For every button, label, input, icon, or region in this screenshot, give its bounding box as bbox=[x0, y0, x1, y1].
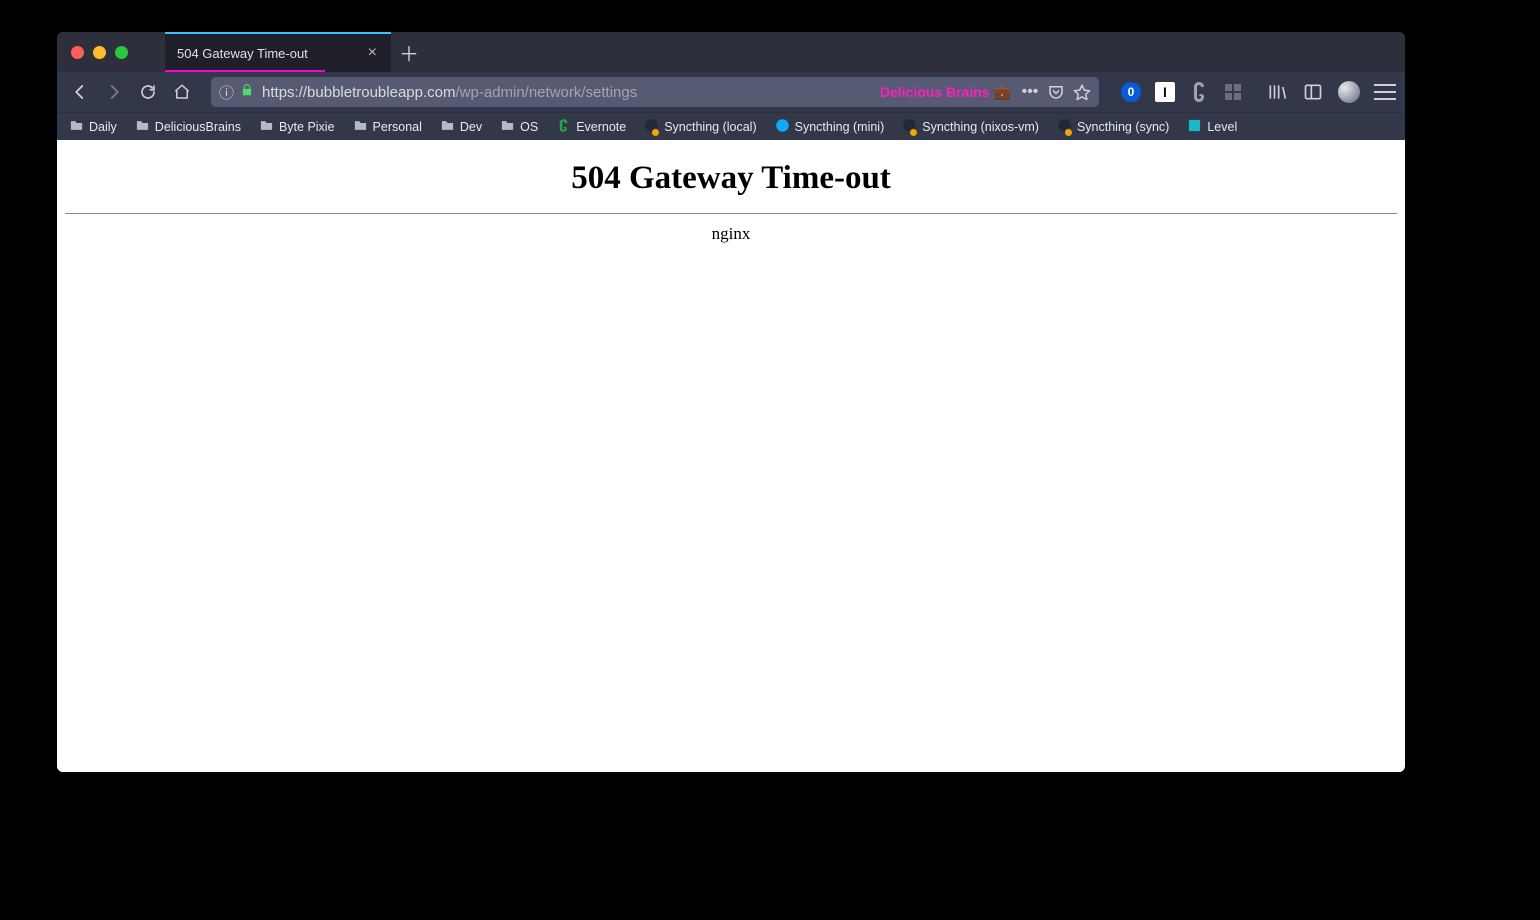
browser-tab[interactable]: 504 Gateway Time-out × bbox=[165, 32, 391, 72]
bookmark-item[interactable]: OS bbox=[496, 116, 542, 138]
bookmark-label: Syncthing (nixos-vm) bbox=[922, 120, 1039, 134]
bookmark-item[interactable]: DeliciousBrains bbox=[131, 116, 245, 138]
sidebar-icon[interactable] bbox=[1301, 80, 1325, 104]
error-server: nginx bbox=[57, 224, 1405, 244]
bookmark-label: Syncthing (mini) bbox=[795, 120, 885, 134]
address-bar[interactable]: ⓘ https://bubbletroubleapp.com/wp-admin/… bbox=[211, 77, 1099, 107]
tab-title: 504 Gateway Time-out bbox=[177, 46, 364, 61]
url-bookmark-badge[interactable]: Delicious Brains 💼 bbox=[872, 84, 1011, 101]
syncthing-icon bbox=[902, 118, 917, 136]
folder-icon bbox=[440, 118, 455, 136]
window-controls bbox=[57, 32, 165, 72]
tab-strip: 504 Gateway Time-out × ＋ bbox=[57, 32, 1405, 72]
folder-icon bbox=[353, 118, 368, 136]
page-content: 504 Gateway Time-out nginx bbox=[57, 140, 1405, 772]
syncthing-icon bbox=[1057, 118, 1072, 136]
syncthing-icon bbox=[775, 118, 790, 136]
bookmark-label: Byte Pixie bbox=[279, 120, 335, 134]
forward-button[interactable] bbox=[99, 77, 129, 107]
extension-grid-icon[interactable] bbox=[1221, 80, 1245, 104]
bookmark-item[interactable]: Daily bbox=[65, 116, 121, 138]
bookmark-item[interactable]: Byte Pixie bbox=[255, 116, 339, 138]
folder-icon bbox=[259, 118, 274, 136]
bookmark-item[interactable]: Syncthing (local) bbox=[640, 116, 760, 138]
pocket-icon[interactable] bbox=[1047, 83, 1065, 101]
home-button[interactable] bbox=[167, 77, 197, 107]
bookmark-item[interactable]: Level bbox=[1183, 116, 1241, 138]
extension-evernote-icon[interactable] bbox=[1187, 80, 1211, 104]
app-menu-button[interactable] bbox=[1373, 80, 1397, 104]
url-host: https://bubbletroubleapp.com bbox=[262, 84, 455, 101]
folder-icon bbox=[135, 118, 150, 136]
window-maximize-button[interactable] bbox=[115, 46, 128, 59]
bookmark-label: Syncthing (sync) bbox=[1077, 120, 1169, 134]
bookmark-label: Daily bbox=[89, 120, 117, 134]
bookmark-item[interactable]: Dev bbox=[436, 116, 486, 138]
profile-avatar[interactable] bbox=[1337, 80, 1361, 104]
library-icon[interactable] bbox=[1265, 80, 1289, 104]
tab-close-button[interactable]: × bbox=[364, 43, 381, 63]
new-tab-button[interactable]: ＋ bbox=[391, 32, 427, 72]
url-path: /wp-admin/network/settings bbox=[455, 84, 637, 101]
folder-icon bbox=[69, 118, 84, 136]
divider bbox=[65, 213, 1397, 214]
bookmark-label: OS bbox=[520, 120, 538, 134]
bookmark-item[interactable]: Personal bbox=[349, 116, 426, 138]
extensions-area: 0 I bbox=[1119, 80, 1245, 104]
bookmark-item[interactable]: Evernote bbox=[552, 116, 630, 138]
bookmark-star-icon[interactable] bbox=[1073, 83, 1091, 101]
bookmark-label: Dev bbox=[460, 120, 482, 134]
site-info-icon[interactable]: ⓘ bbox=[219, 82, 234, 103]
toolbar-right bbox=[1249, 80, 1397, 104]
error-title: 504 Gateway Time-out bbox=[57, 160, 1405, 197]
page-actions-menu-icon[interactable]: ••• bbox=[1021, 83, 1039, 101]
back-button[interactable] bbox=[65, 77, 95, 107]
navigation-toolbar: ⓘ https://bubbletroubleapp.com/wp-admin/… bbox=[57, 72, 1405, 112]
lock-icon bbox=[240, 83, 254, 102]
page-actions: ••• bbox=[1021, 83, 1091, 101]
level-icon bbox=[1187, 118, 1202, 136]
syncthing-icon bbox=[644, 118, 659, 136]
evernote-icon bbox=[556, 118, 571, 136]
url-badge-label: Delicious Brains bbox=[880, 84, 990, 100]
folder-icon bbox=[500, 118, 515, 136]
bookmark-label: DeliciousBrains bbox=[155, 120, 241, 134]
bookmark-label: Syncthing (local) bbox=[664, 120, 756, 134]
extension-1password-icon[interactable]: 0 bbox=[1119, 80, 1143, 104]
browser-window: 504 Gateway Time-out × ＋ ⓘ https://bubbl… bbox=[57, 32, 1405, 772]
window-close-button[interactable] bbox=[71, 46, 84, 59]
window-minimize-button[interactable] bbox=[93, 46, 106, 59]
url-text: https://bubbletroubleapp.com/wp-admin/ne… bbox=[262, 84, 872, 101]
bookmarks-bar: Daily DeliciousBrains Byte Pixie Personal De… bbox=[57, 112, 1405, 140]
bookmark-item[interactable]: Syncthing (sync) bbox=[1053, 116, 1173, 138]
reload-button[interactable] bbox=[133, 77, 163, 107]
bookmark-item[interactable]: Syncthing (mini) bbox=[771, 116, 889, 138]
bookmark-label: Evernote bbox=[576, 120, 626, 134]
briefcase-icon: 💼 bbox=[994, 84, 1011, 101]
extension-instapaper-icon[interactable]: I bbox=[1153, 80, 1177, 104]
bookmark-label: Personal bbox=[373, 120, 422, 134]
bookmark-item[interactable]: Syncthing (nixos-vm) bbox=[898, 116, 1043, 138]
bookmark-label: Level bbox=[1207, 120, 1237, 134]
